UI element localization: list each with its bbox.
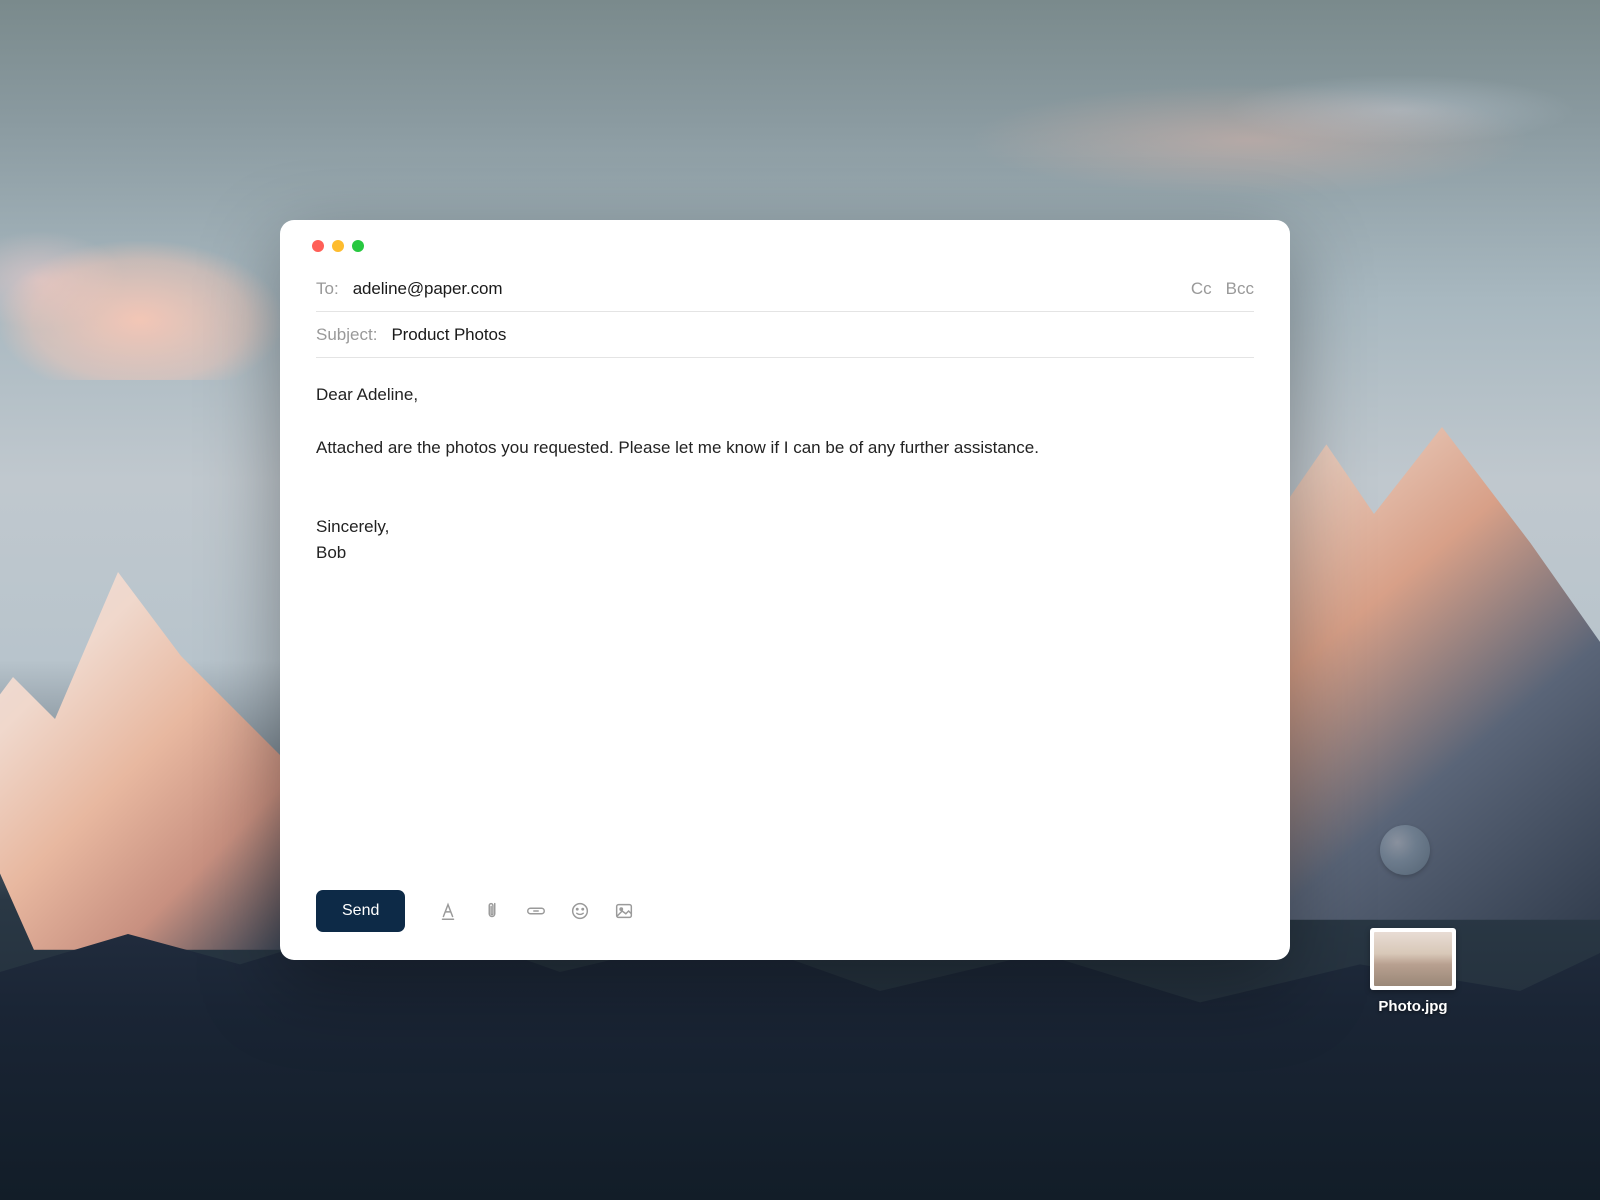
compose-window: To: adeline@paper.com Cc Bcc Subject: Pr… — [280, 220, 1290, 960]
maximize-window-button[interactable] — [352, 240, 364, 252]
minimize-window-button[interactable] — [332, 240, 344, 252]
window-controls — [312, 240, 1254, 252]
emoji-icon[interactable] — [569, 900, 591, 922]
file-name-label: Photo.jpg — [1378, 998, 1447, 1015]
send-button[interactable]: Send — [316, 890, 405, 932]
bcc-toggle[interactable]: Bcc — [1226, 279, 1254, 299]
message-body[interactable]: Dear Adeline, Attached are the photos yo… — [316, 358, 1254, 888]
to-label: To: — [316, 279, 339, 299]
subject-value[interactable]: Product Photos — [391, 325, 1254, 345]
image-icon[interactable] — [613, 900, 635, 922]
cursor-indicator — [1380, 825, 1430, 875]
subject-label: Subject: — [316, 325, 377, 345]
link-icon[interactable] — [525, 900, 547, 922]
subject-field-row[interactable]: Subject: Product Photos — [316, 312, 1254, 358]
wallpaper-cloud — [0, 180, 280, 380]
close-window-button[interactable] — [312, 240, 324, 252]
wallpaper-cloud — [900, 60, 1600, 210]
desktop-file-photo[interactable]: Photo.jpg — [1370, 928, 1456, 1015]
to-field-row[interactable]: To: adeline@paper.com Cc Bcc — [316, 266, 1254, 312]
attachment-icon[interactable] — [481, 900, 503, 922]
file-thumbnail — [1370, 928, 1456, 990]
compose-toolbar: Send — [316, 888, 1254, 934]
text-format-icon[interactable] — [437, 900, 459, 922]
to-value[interactable]: adeline@paper.com — [353, 279, 1177, 299]
cc-toggle[interactable]: Cc — [1191, 279, 1212, 299]
